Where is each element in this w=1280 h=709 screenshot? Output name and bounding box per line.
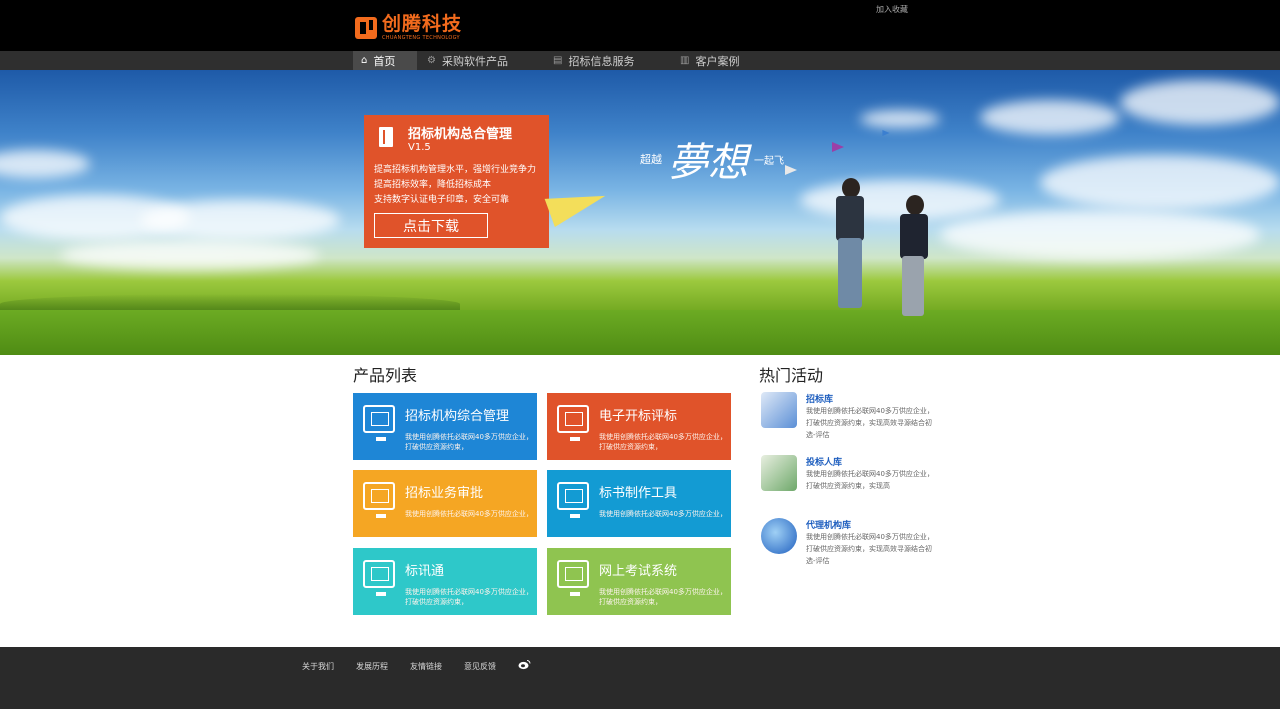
promo-version: V1.5 (408, 142, 431, 153)
product-title: 电子开标评标 (599, 409, 678, 424)
monitor-document-icon (557, 405, 589, 441)
hot-item-title[interactable]: 投标人库 (806, 455, 842, 468)
child-body (900, 214, 928, 259)
monitor-gear-icon (363, 405, 395, 441)
nav-item-bidding-info[interactable]: ▤ 招标信息服务 (553, 51, 634, 70)
product-tile[interactable]: 网上考试系统 我使用创腾依托必联网40多万供应企业，打破供应资源约束， (547, 548, 731, 615)
kite-icon (832, 142, 844, 152)
top-bar: 创腾科技 CHUANGTENG TECHNOLOGY 加入收藏 (0, 0, 1280, 51)
slogan-main: 夢想 (668, 140, 748, 186)
hot-item-title[interactable]: 招标库 (806, 392, 833, 405)
footer: 关于我们 发展历程 友情链接 意见反馈 (0, 647, 1280, 709)
logo-name: 创腾科技 (382, 13, 463, 35)
footer-link-friends[interactable]: 友情链接 (410, 661, 442, 672)
logo-subtitle: CHUANGTENG TECHNOLOGY (382, 35, 460, 41)
product-tile[interactable]: 招标机构综合管理 我使用创腾依托必联网40多万供应企业，打破供应资源约束， (353, 393, 537, 460)
gear-icon: ⚙ (427, 55, 436, 66)
child-body (836, 196, 864, 241)
main-nav: ⌂ 首页 ⚙ 采购软件产品 ▤ 招标信息服务 ▥ 客户案例 (0, 51, 1280, 70)
hot-item-title[interactable]: 代理机构库 (806, 518, 851, 531)
products-title: 产品列表 (353, 366, 418, 385)
hot-item-desc: 我使用创腾依托必联网40多万供应企业，打破供应资源约束，实现高效寻源结合初选-评… (806, 533, 934, 565)
logo-mark-icon (355, 17, 377, 39)
kite-icon (882, 130, 890, 136)
child-head (906, 195, 924, 215)
download-button[interactable]: 点击下载 (374, 213, 488, 238)
promo-title: 招标机构总合管理 (408, 127, 513, 142)
product-title: 招标业务审批 (405, 486, 484, 501)
cloud-shape (940, 210, 1260, 260)
cloud-shape (140, 200, 340, 240)
hot-item-desc: 我使用创腾依托必联网40多万供应企业，打破供应资源约束，实现高 (806, 470, 934, 490)
child-legs (838, 238, 862, 308)
slogan-suffix: 一起飞 (754, 155, 784, 167)
nav-item-cases[interactable]: ▥ 客户案例 (680, 51, 739, 70)
cloud-shape (1040, 155, 1280, 210)
grass-field (0, 310, 1280, 355)
magnifier-icon (761, 392, 797, 428)
child-figure (892, 170, 937, 325)
promo-line: 支持数字认证电子印章，安全可靠 (374, 195, 510, 205)
product-title: 标讯通 (405, 564, 445, 579)
home-icon: ⌂ (361, 55, 368, 66)
child-figure (826, 178, 876, 328)
logo-text: 创腾科技 CHUANGTENG TECHNOLOGY (382, 15, 462, 41)
hot-activities-title: 热门活动 (759, 366, 824, 385)
book-icon (379, 127, 393, 147)
child-head (842, 178, 860, 198)
footer-link-about[interactable]: 关于我们 (302, 661, 334, 672)
product-tile[interactable]: 电子开标评标 我使用创腾依托必联网40多万供应企业，打破供应资源约束， (547, 393, 731, 460)
product-tile[interactable]: 标讯通 我使用创腾依托必联网40多万供应企业，打破供应资源约束， (353, 548, 537, 615)
monitor-logo-icon (363, 560, 395, 596)
monitor-file-icon (363, 482, 395, 518)
promo-line: 提高招标效率，降低招标成本 (374, 180, 492, 190)
product-desc: 我使用创腾依托必联网40多万供应企业，打破供应资源约束， (599, 588, 727, 606)
slogan-prefix: 超越 (640, 153, 662, 166)
cloud-shape (860, 110, 940, 128)
hero-banner: 招标机构总合管理 V1.5 提高招标机构管理水平，强增行业竞争力 提高招标效率，… (0, 70, 1280, 355)
cloud-shape (0, 150, 90, 178)
slogan: 超越 夢想 一起飞 (640, 130, 784, 188)
child-legs (902, 256, 924, 316)
document-icon: ▤ (553, 55, 563, 66)
promo-card: 招标机构总合管理 V1.5 提高招标机构管理水平，强增行业竞争力 提高招标效率，… (364, 115, 549, 248)
cloud-shape (980, 100, 1120, 135)
monitor-exam-icon (557, 560, 589, 596)
nav-item-software[interactable]: ⚙ 采购软件产品 (427, 51, 508, 70)
hot-item-desc: 我使用创腾依托必联网40多万供应企业，打破供应资源约束，实现高效寻源结合初选-评… (806, 407, 934, 439)
nav-item-label: 招标信息服务 (568, 54, 635, 68)
product-desc: 我使用创腾依托必联网40多万供应企业，打破供应资源约束， (405, 433, 533, 451)
product-desc: 我使用创腾依托必联网40多万供应企业， (405, 510, 533, 518)
nav-item-home[interactable]: ⌂ 首页 (353, 51, 417, 70)
product-tile[interactable]: 招标业务审批 我使用创腾依托必联网40多万供应企业， (353, 470, 537, 537)
product-title: 网上考试系统 (599, 564, 678, 579)
cloud-shape (1120, 80, 1280, 125)
monitor-tools-icon (557, 482, 589, 518)
product-title: 招标机构综合管理 (405, 409, 510, 424)
footer-link-history[interactable]: 发展历程 (356, 661, 388, 672)
product-desc: 我使用创腾依托必联网40多万供应企业，打破供应资源约束， (405, 588, 533, 606)
product-desc: 我使用创腾依托必联网40多万供应企业， (599, 510, 727, 518)
nav-item-label: 首页 (373, 54, 396, 68)
paper-plane-icon (544, 178, 610, 228)
footer-link-feedback[interactable]: 意见反馈 (464, 661, 496, 672)
globe-icon (761, 518, 797, 554)
kite-icon (785, 165, 797, 175)
product-tile[interactable]: 标书制作工具 我使用创腾依托必联网40多万供应企业， (547, 470, 731, 537)
promo-line: 提高招标机构管理水平，强增行业竞争力 (374, 165, 537, 175)
product-title: 标书制作工具 (599, 486, 678, 501)
nav-item-label: 客户案例 (695, 54, 740, 68)
weibo-icon[interactable] (518, 659, 531, 670)
product-desc: 我使用创腾依托必联网40多万供应企业，打破供应资源约束， (599, 433, 727, 451)
add-favorite-link[interactable]: 加入收藏 (876, 4, 908, 15)
logo[interactable]: 创腾科技 CHUANGTENG TECHNOLOGY (355, 14, 462, 42)
id-card-icon (761, 455, 797, 491)
clipboard-icon: ▥ (680, 55, 690, 66)
nav-item-label: 采购软件产品 (441, 54, 508, 68)
cloud-shape (60, 240, 320, 270)
promo-description: 提高招标机构管理水平，强增行业竞争力 提高招标效率，降低招标成本 支持数字认证电… (374, 163, 536, 208)
